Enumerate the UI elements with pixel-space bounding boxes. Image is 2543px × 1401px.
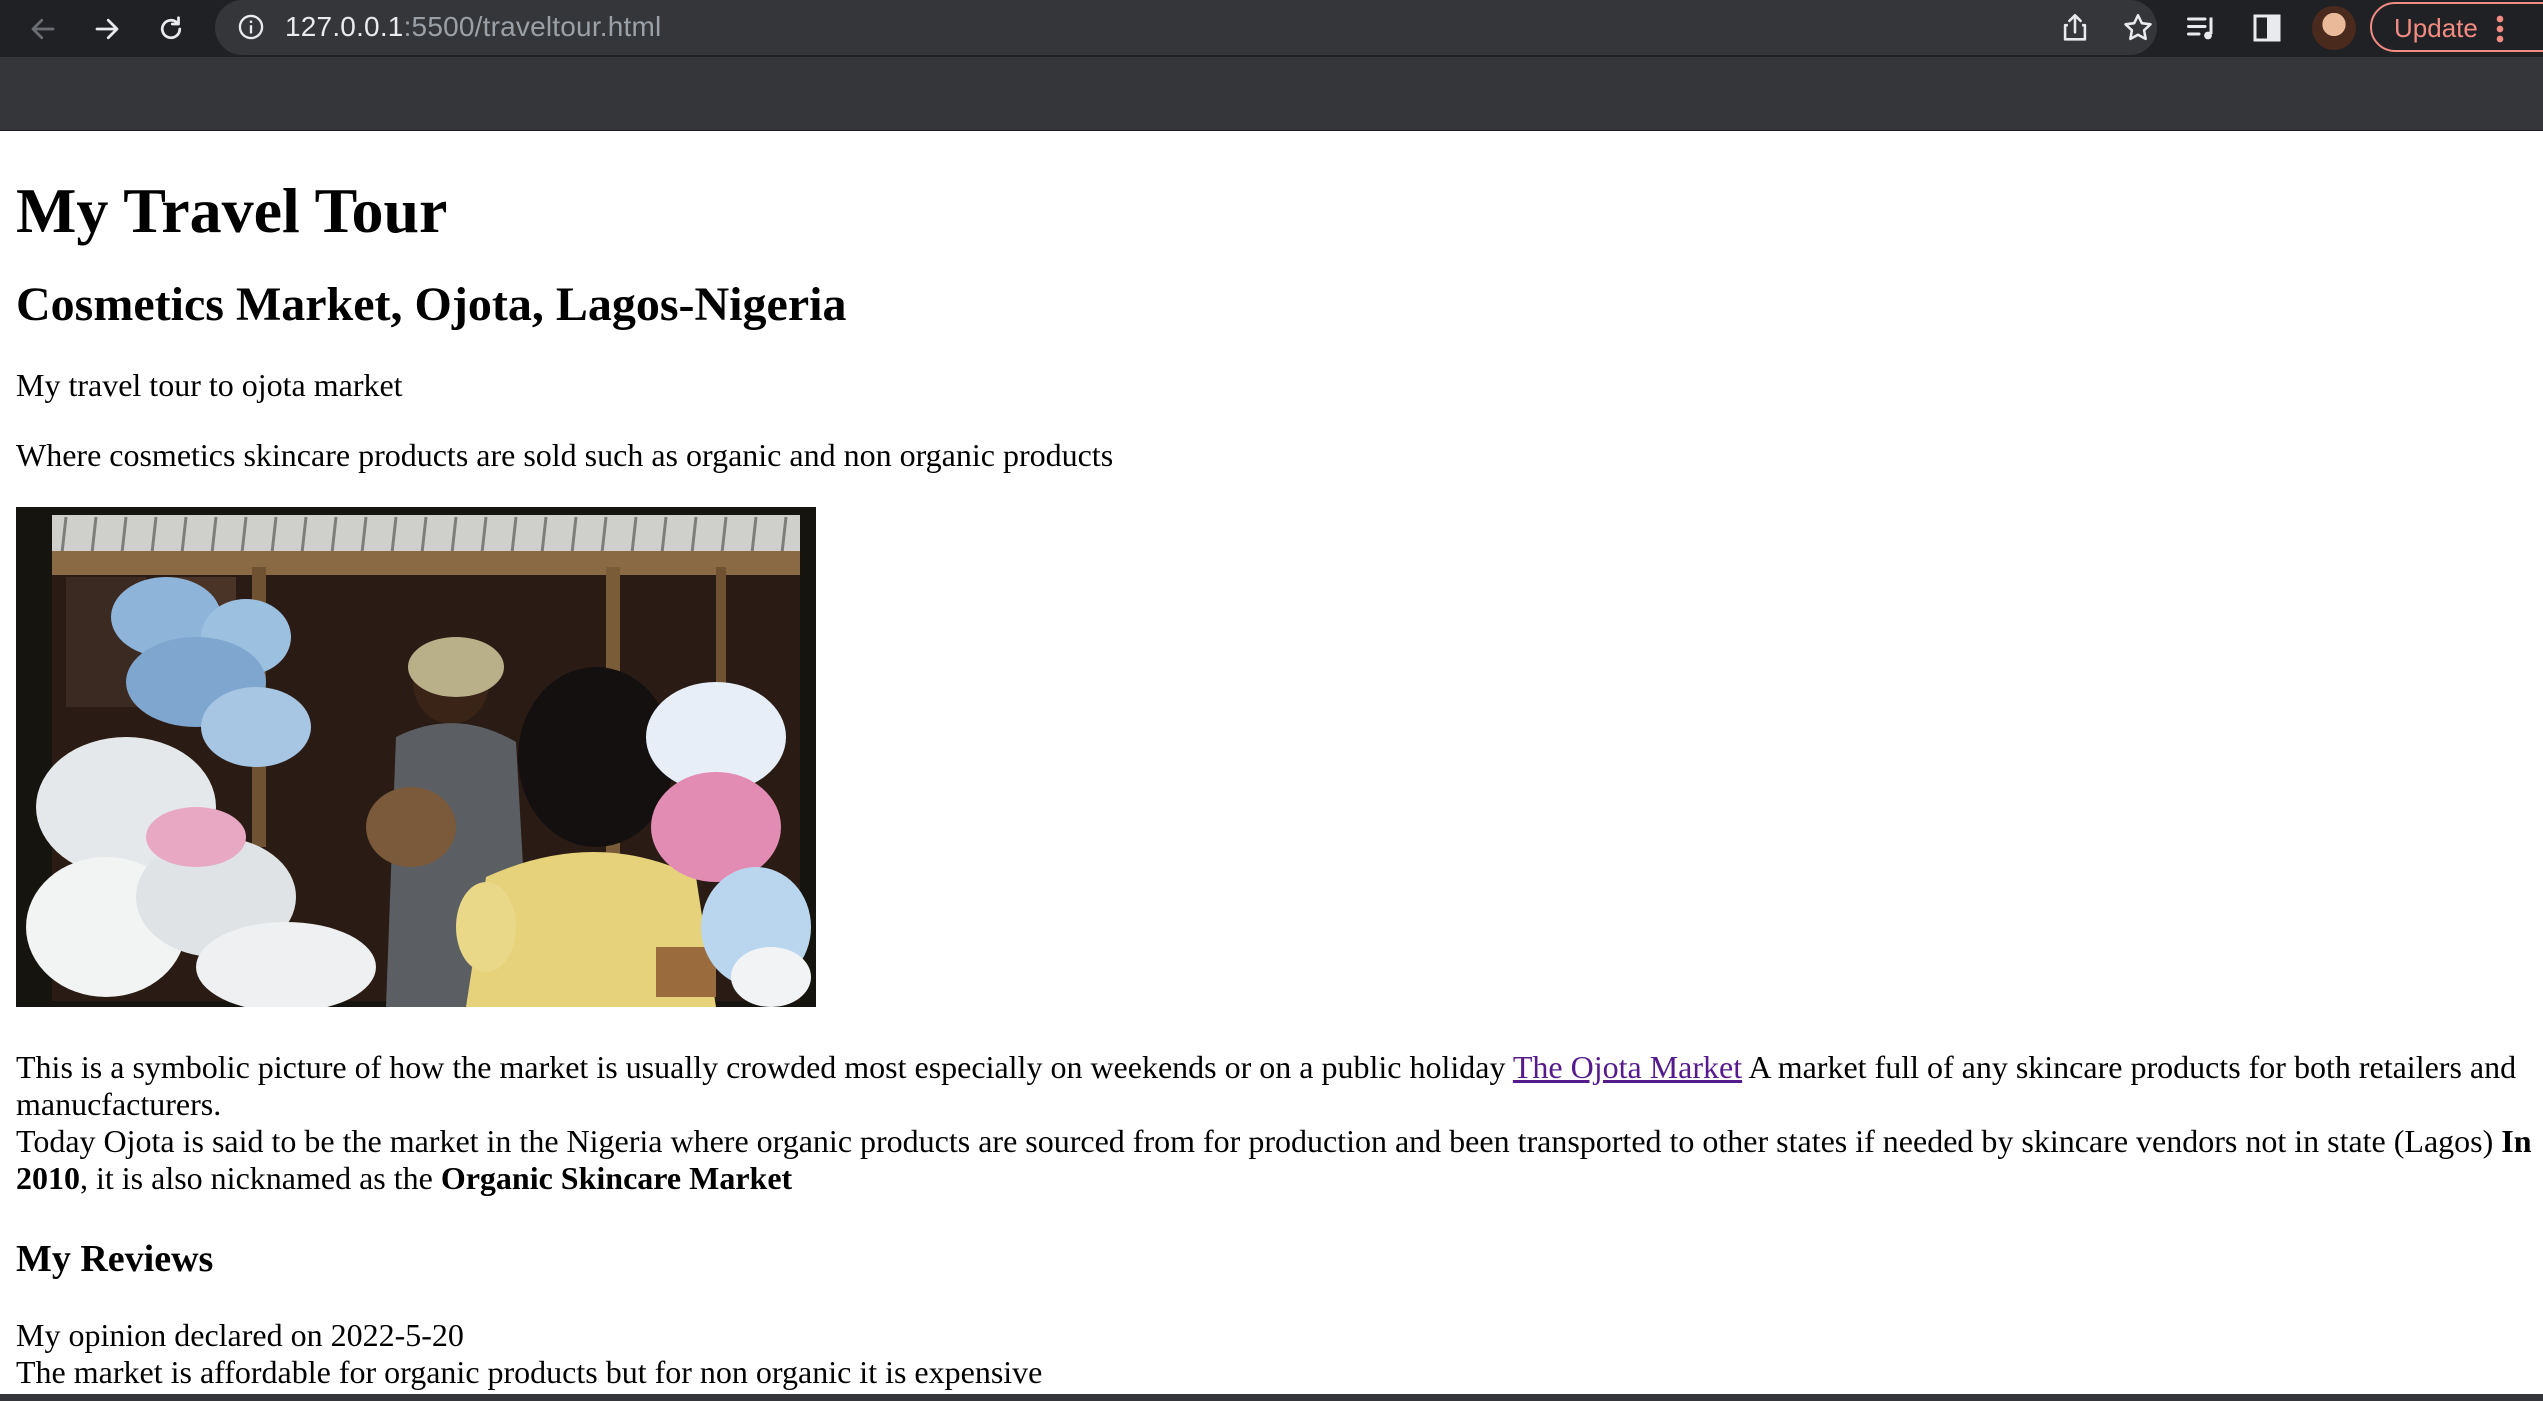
reload-icon <box>160 16 182 40</box>
profile-avatar[interactable] <box>2312 6 2356 50</box>
paragraph-2-text: Today Ojota is said to be the market in … <box>16 1123 2502 1159</box>
page-title: My Travel Tour <box>16 175 448 246</box>
arrow-left-icon <box>31 18 55 40</box>
review-date-line: My opinion declared on 2022-5-20 <box>16 1317 464 1353</box>
market-description: This is a symbolic picture of how the ma… <box>16 1049 2536 1197</box>
window-bottom-edge <box>0 1394 2543 1401</box>
intro-text-1: My travel tour to ojota market <box>16 367 403 403</box>
paragraph-1-text: This is a symbolic picture of how the ma… <box>16 1049 1513 1085</box>
url-text[interactable]: 127.0.0.1:5500/traveltour.html <box>285 11 661 43</box>
browser-toolbar: 127.0.0.1:5500/traveltour.html Update <box>0 0 2543 57</box>
reload-button[interactable] <box>150 8 192 50</box>
url-path: :5500/traveltour.html <box>403 11 662 42</box>
media-queue-icon[interactable] <box>2184 10 2220 46</box>
intro-text-2: Where cosmetics skincare products are so… <box>16 437 1114 473</box>
update-button[interactable]: Update <box>2370 2 2543 52</box>
page-content: My Travel Tour Cosmetics Market, Ojota, … <box>16 131 2536 1391</box>
back-button[interactable] <box>22 8 64 50</box>
bookmarks-bar <box>0 57 2543 131</box>
market-photo-illustration <box>16 507 816 1007</box>
nickname-highlight: Organic Skincare Market <box>440 1160 793 1196</box>
site-info-icon[interactable] <box>237 13 265 41</box>
menu-dots-icon <box>2496 15 2504 43</box>
paragraph-2-continuation: , it is also nicknamed as the <box>80 1160 441 1196</box>
review-text-line: The market is affordable for organic pro… <box>16 1354 1043 1390</box>
update-label: Update <box>2394 13 2478 43</box>
arrow-right-icon <box>95 18 119 40</box>
side-panel-icon[interactable] <box>2249 10 2285 46</box>
url-host: 127.0.0.1 <box>285 11 404 42</box>
reviews-section: My opinion declared on 2022-5-20 The mar… <box>16 1317 2536 1391</box>
share-icon[interactable] <box>2058 11 2092 45</box>
reviews-heading: My Reviews <box>16 1238 214 1280</box>
forward-button[interactable] <box>86 8 128 50</box>
address-bar[interactable]: 127.0.0.1:5500/traveltour.html <box>215 0 2157 55</box>
page-subtitle: Cosmetics Market, Ojota, Lagos-Nigeria <box>16 278 847 331</box>
market-photo <box>16 507 816 1007</box>
bookmark-star-icon[interactable] <box>2121 11 2155 45</box>
ojota-market-link[interactable]: The Ojota Market <box>1513 1049 1742 1085</box>
